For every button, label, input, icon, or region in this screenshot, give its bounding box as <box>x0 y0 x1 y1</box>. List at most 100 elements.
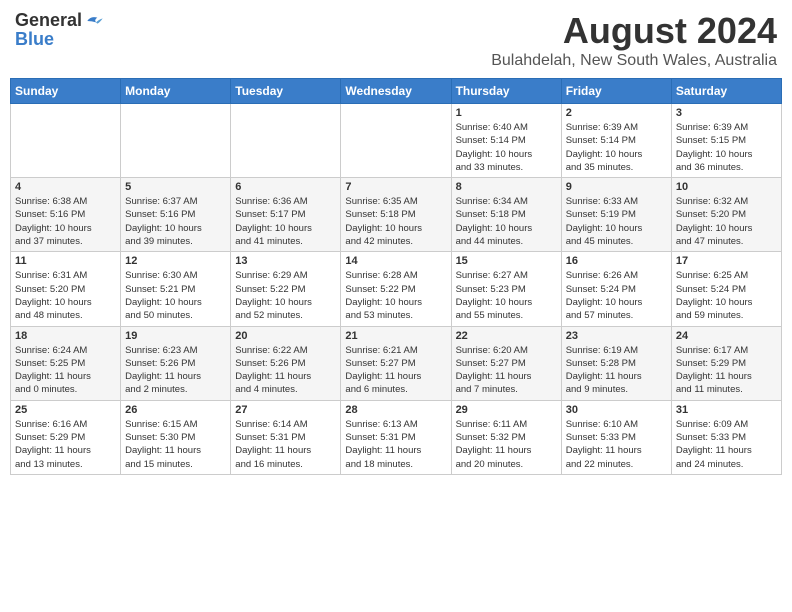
logo-general-text: General <box>15 10 82 31</box>
day-info: Sunrise: 6:19 AMSunset: 5:28 PMDaylight:… <box>566 344 667 397</box>
weekday-header-thursday: Thursday <box>451 79 561 104</box>
calendar-week-row: 25 Sunrise: 6:16 AMSunset: 5:29 PMDayligh… <box>11 400 782 474</box>
calendar-cell: 13Sunrise: 6:29 AMSunset: 5:22 PMDayligh… <box>231 252 341 326</box>
calendar-cell: 7 Sunrise: 6:35 AMSunset: 5:18 PMDaylight… <box>341 178 451 252</box>
day-info: Sunrise: 6:23 AMSunset: 5:26 PMDaylight:… <box>125 344 226 397</box>
calendar-cell: 24Sunrise: 6:17 AMSunset: 5:29 PMDayligh… <box>671 326 781 400</box>
calendar-week-row: 11 Sunrise: 6:31 AMSunset: 5:20 PMDayligh… <box>11 252 782 326</box>
calendar-cell: 22 Sunrise: 6:20 AMSunset: 5:27 PMDayligh… <box>451 326 561 400</box>
day-info: Sunrise: 6:15 AMSunset: 5:30 PMDaylight:… <box>125 418 226 471</box>
calendar-cell: 4 Sunrise: 6:38 AMSunset: 5:16 PMDaylight… <box>11 178 121 252</box>
day-number: 20 <box>235 330 336 342</box>
day-info: Sunrise: 6:32 AMSunset: 5:20 PMDaylight:… <box>676 195 777 248</box>
weekday-header-friday: Friday <box>561 79 671 104</box>
day-number: 4 <box>15 181 116 193</box>
day-number: 5 <box>125 181 226 193</box>
page-subtitle: Bulahdelah, New South Wales, Australia <box>491 52 777 70</box>
calendar-cell: 27 Sunrise: 6:14 AMSunset: 5:31 PMDayligh… <box>231 400 341 474</box>
calendar-cell: 31 Sunrise: 6:09 AMSunset: 5:33 PMDayligh… <box>671 400 781 474</box>
day-info: Sunrise: 6:37 AMSunset: 5:16 PMDaylight:… <box>125 195 226 248</box>
day-number: 6 <box>235 181 336 193</box>
weekday-header-wednesday: Wednesday <box>341 79 451 104</box>
day-number: 25 <box>15 404 116 416</box>
day-info: Sunrise: 6:16 AMSunset: 5:29 PMDaylight:… <box>15 418 116 471</box>
day-info: Sunrise: 6:20 AMSunset: 5:27 PMDaylight:… <box>456 344 557 397</box>
calendar-cell: 6 Sunrise: 6:36 AMSunset: 5:17 PMDaylight… <box>231 178 341 252</box>
day-number: 31 <box>676 404 777 416</box>
day-info: Sunrise: 6:13 AMSunset: 5:31 PMDaylight:… <box>345 418 446 471</box>
calendar-cell <box>11 104 121 178</box>
day-info: Sunrise: 6:24 AMSunset: 5:25 PMDaylight:… <box>15 344 116 397</box>
day-number: 19 <box>125 330 226 342</box>
calendar-cell: 20 Sunrise: 6:22 AMSunset: 5:26 PMDayligh… <box>231 326 341 400</box>
day-info: Sunrise: 6:22 AMSunset: 5:26 PMDaylight:… <box>235 344 336 397</box>
calendar-cell: 28 Sunrise: 6:13 AMSunset: 5:31 PMDayligh… <box>341 400 451 474</box>
calendar-cell: 18Sunrise: 6:24 AMSunset: 5:25 PMDayligh… <box>11 326 121 400</box>
calendar-cell <box>121 104 231 178</box>
calendar-cell: 1Sunrise: 6:40 AMSunset: 5:14 PMDaylight… <box>451 104 561 178</box>
day-number: 14 <box>345 255 446 267</box>
calendar-cell: 25 Sunrise: 6:16 AMSunset: 5:29 PMDayligh… <box>11 400 121 474</box>
calendar-cell: 14 Sunrise: 6:28 AMSunset: 5:22 PMDayligh… <box>341 252 451 326</box>
header: General Blue August 2024 Bulahdelah, New… <box>10 10 782 70</box>
calendar-cell: 21Sunrise: 6:21 AMSunset: 5:27 PMDayligh… <box>341 326 451 400</box>
day-number: 23 <box>566 330 667 342</box>
calendar-table: SundayMondayTuesdayWednesdayThursdayFrid… <box>10 78 782 475</box>
day-info: Sunrise: 6:38 AMSunset: 5:16 PMDaylight:… <box>15 195 116 248</box>
day-info: Sunrise: 6:09 AMSunset: 5:33 PMDaylight:… <box>676 418 777 471</box>
day-info: Sunrise: 6:30 AMSunset: 5:21 PMDaylight:… <box>125 269 226 322</box>
calendar-cell: 23 Sunrise: 6:19 AMSunset: 5:28 PMDayligh… <box>561 326 671 400</box>
weekday-header-saturday: Saturday <box>671 79 781 104</box>
day-number: 27 <box>235 404 336 416</box>
day-number: 28 <box>345 404 446 416</box>
day-number: 26 <box>125 404 226 416</box>
day-number: 30 <box>566 404 667 416</box>
day-number: 16 <box>566 255 667 267</box>
logo-blue-text: Blue <box>15 29 54 49</box>
day-info: Sunrise: 6:10 AMSunset: 5:33 PMDaylight:… <box>566 418 667 471</box>
day-number: 11 <box>15 255 116 267</box>
calendar-cell: 11 Sunrise: 6:31 AMSunset: 5:20 PMDayligh… <box>11 252 121 326</box>
day-info: Sunrise: 6:26 AMSunset: 5:24 PMDaylight:… <box>566 269 667 322</box>
title-area: August 2024 Bulahdelah, New South Wales,… <box>491 10 777 70</box>
calendar-cell: 8 Sunrise: 6:34 AMSunset: 5:18 PMDaylight… <box>451 178 561 252</box>
day-info: Sunrise: 6:36 AMSunset: 5:17 PMDaylight:… <box>235 195 336 248</box>
day-info: Sunrise: 6:27 AMSunset: 5:23 PMDaylight:… <box>456 269 557 322</box>
calendar-cell: 26 Sunrise: 6:15 AMSunset: 5:30 PMDayligh… <box>121 400 231 474</box>
logo-bird-icon <box>84 11 104 31</box>
calendar-cell: 2Sunrise: 6:39 AMSunset: 5:14 PMDaylight… <box>561 104 671 178</box>
calendar-week-row: 4 Sunrise: 6:38 AMSunset: 5:16 PMDaylight… <box>11 178 782 252</box>
weekday-header-sunday: Sunday <box>11 79 121 104</box>
day-info: Sunrise: 6:17 AMSunset: 5:29 PMDaylight:… <box>676 344 777 397</box>
calendar-cell: 17 Sunrise: 6:25 AMSunset: 5:24 PMDayligh… <box>671 252 781 326</box>
calendar-cell: 19 Sunrise: 6:23 AMSunset: 5:26 PMDayligh… <box>121 326 231 400</box>
day-number: 10 <box>676 181 777 193</box>
page-title: August 2024 <box>491 10 777 52</box>
logo: General Blue <box>15 10 104 50</box>
calendar-cell: 16 Sunrise: 6:26 AMSunset: 5:24 PMDayligh… <box>561 252 671 326</box>
day-info: Sunrise: 6:33 AMSunset: 5:19 PMDaylight:… <box>566 195 667 248</box>
day-number: 3 <box>676 107 777 119</box>
day-number: 7 <box>345 181 446 193</box>
day-info: Sunrise: 6:14 AMSunset: 5:31 PMDaylight:… <box>235 418 336 471</box>
day-info: Sunrise: 6:39 AMSunset: 5:15 PMDaylight:… <box>676 121 777 174</box>
day-number: 2 <box>566 107 667 119</box>
day-info: Sunrise: 6:25 AMSunset: 5:24 PMDaylight:… <box>676 269 777 322</box>
day-number: 17 <box>676 255 777 267</box>
day-number: 21 <box>345 330 446 342</box>
weekday-header-row: SundayMondayTuesdayWednesdayThursdayFrid… <box>11 79 782 104</box>
day-number: 22 <box>456 330 557 342</box>
calendar-cell: 29Sunrise: 6:11 AMSunset: 5:32 PMDayligh… <box>451 400 561 474</box>
day-info: Sunrise: 6:28 AMSunset: 5:22 PMDaylight:… <box>345 269 446 322</box>
calendar-cell <box>341 104 451 178</box>
day-number: 9 <box>566 181 667 193</box>
calendar-cell <box>231 104 341 178</box>
day-number: 8 <box>456 181 557 193</box>
day-info: Sunrise: 6:35 AMSunset: 5:18 PMDaylight:… <box>345 195 446 248</box>
weekday-header-tuesday: Tuesday <box>231 79 341 104</box>
day-info: Sunrise: 6:29 AMSunset: 5:22 PMDaylight:… <box>235 269 336 322</box>
calendar-cell: 12Sunrise: 6:30 AMSunset: 5:21 PMDayligh… <box>121 252 231 326</box>
day-info: Sunrise: 6:34 AMSunset: 5:18 PMDaylight:… <box>456 195 557 248</box>
day-info: Sunrise: 6:31 AMSunset: 5:20 PMDaylight:… <box>15 269 116 322</box>
calendar-cell: 10 Sunrise: 6:32 AMSunset: 5:20 PMDayligh… <box>671 178 781 252</box>
